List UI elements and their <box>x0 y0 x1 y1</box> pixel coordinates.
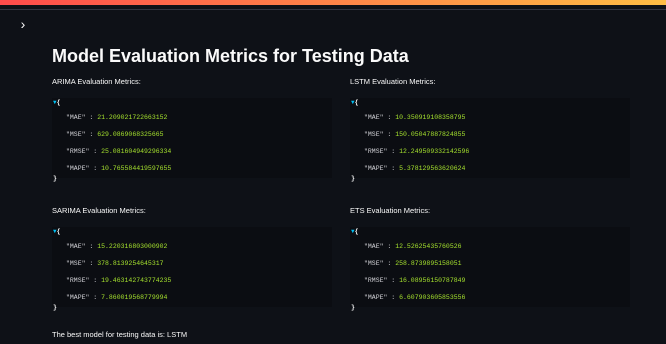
json-value: 19.463142743774235 <box>101 277 172 284</box>
json-open-brace: { <box>56 99 61 106</box>
json-entry: "RMSE" : 19.463142743774235 <box>66 277 172 284</box>
json-key: "RMSE" <box>66 277 90 284</box>
header-decoration-bar <box>0 0 666 5</box>
json-value: 12.52625435760526 <box>395 243 462 250</box>
json-value: 150.05047887824855 <box>395 131 466 138</box>
json-key: "RMSE" <box>66 148 90 155</box>
sarima-metrics-panel: SARIMA Evaluation Metrics: ▼{ "MAE" : 15… <box>52 205 332 311</box>
json-key: "RMSE" <box>364 277 388 284</box>
json-key: "MAE" <box>364 114 384 121</box>
ets-json-viewer: ▼{ "MAE" : 12.52625435760526 "MSE" : 258… <box>350 227 630 311</box>
json-value: 7.860019568779994 <box>101 294 168 301</box>
ets-metrics-panel: ETS Evaluation Metrics: ▼{ "MAE" : 12.52… <box>350 205 630 311</box>
json-entry: "MAE" : 15.220316803000902 <box>66 243 168 250</box>
json-key: "RMSE" <box>364 148 388 155</box>
lstm-json-viewer: ▼{ "MAE" : 10.350919108358795 "MSE" : 15… <box>350 98 630 182</box>
json-value: 378.8139254645317 <box>97 260 164 267</box>
json-entry: "MSE" : 378.8139254645317 <box>66 260 164 267</box>
json-open-brace: { <box>354 228 359 235</box>
sarima-json-viewer: ▼{ "MAE" : 15.220316803000902 "MSE" : 37… <box>52 227 332 311</box>
json-value: 5.378129563620624 <box>399 165 466 172</box>
json-close-line: } <box>351 303 355 313</box>
json-key: "MAE" <box>364 243 384 250</box>
ets-metrics-label: ETS Evaluation Metrics: <box>350 206 431 215</box>
json-key: "MSE" <box>364 131 384 138</box>
page-title: Model Evaluation Metrics for Testing Dat… <box>52 46 409 66</box>
json-entry: "MAPE" : 10.765584419597655 <box>66 165 172 172</box>
arima-metrics-label: ARIMA Evaluation Metrics: <box>52 77 141 86</box>
json-key: "MAPE" <box>364 294 388 301</box>
json-entry: "MAPE" : 5.378129563620624 <box>364 165 466 172</box>
json-key: "MSE" <box>364 260 384 267</box>
lstm-metrics-panel: LSTM Evaluation Metrics: ▼{ "MAE" : 10.3… <box>350 76 630 182</box>
json-key: "MSE" <box>66 260 86 267</box>
arima-metrics-panel: ARIMA Evaluation Metrics: ▼{ "MAE" : 21.… <box>52 76 332 182</box>
json-entry: "MSE" : 258.8739895158051 <box>364 260 462 267</box>
json-entry: "RMSE" : 16.08956150787849 <box>364 277 466 284</box>
arima-json-viewer: ▼{ "MAE" : 21.209021722663152 "MSE" : 62… <box>52 98 332 182</box>
json-close-brace: } <box>53 175 57 182</box>
json-close-brace: } <box>351 304 355 311</box>
json-close-line: } <box>53 303 57 313</box>
json-value: 10.350919108358795 <box>395 114 466 121</box>
json-key: "MAPE" <box>364 165 388 172</box>
json-entry: "MSE" : 629.0869068325665 <box>66 131 164 138</box>
json-key: "MAE" <box>66 243 86 250</box>
json-entry: "MAE" : 21.209021722663152 <box>66 114 168 121</box>
json-entry: "MSE" : 150.05047887824855 <box>364 131 466 138</box>
json-key: "MSE" <box>66 131 86 138</box>
sarima-metrics-label: SARIMA Evaluation Metrics: <box>52 206 146 215</box>
json-key: "MAPE" <box>66 294 90 301</box>
json-close-brace: } <box>53 304 57 311</box>
chevron-right-icon[interactable]: › <box>16 16 30 32</box>
json-entry: "MAPE" : 7.860019568779994 <box>66 294 168 301</box>
best-model-text: The best model for testing data is: LSTM <box>52 330 188 339</box>
json-value: 25.081604949296334 <box>101 148 172 155</box>
json-value: 15.220316803000902 <box>97 243 168 250</box>
json-open-brace: { <box>354 99 359 106</box>
lstm-metrics-label: LSTM Evaluation Metrics: <box>350 77 436 86</box>
json-open-line: ▼{ <box>53 98 61 108</box>
json-entry: "RMSE" : 12.249509332142596 <box>364 148 470 155</box>
json-key: "MAE" <box>66 114 86 121</box>
json-key: "MAPE" <box>66 165 90 172</box>
json-entry: "RMSE" : 25.081604949296334 <box>66 148 172 155</box>
json-value: 12.249509332142596 <box>399 148 470 155</box>
json-value: 258.8739895158051 <box>395 260 462 267</box>
json-close-line: } <box>53 174 57 184</box>
json-close-line: } <box>351 174 355 184</box>
json-entry: "MAPE" : 6.607903605853556 <box>364 294 466 301</box>
json-open-line: ▼{ <box>351 98 359 108</box>
json-entry: "MAE" : 12.52625435760526 <box>364 243 462 250</box>
json-entry: "MAE" : 10.350919108358795 <box>364 114 466 121</box>
json-value: 16.08956150787849 <box>399 277 466 284</box>
json-close-brace: } <box>351 175 355 182</box>
json-value: 21.209021722663152 <box>97 114 168 121</box>
json-value: 629.0869068325665 <box>97 131 164 138</box>
json-open-brace: { <box>56 228 61 235</box>
json-open-line: ▼{ <box>53 227 61 237</box>
json-open-line: ▼{ <box>351 227 359 237</box>
json-value: 6.607903605853556 <box>399 294 466 301</box>
header-divider <box>0 9 666 10</box>
json-value: 10.765584419597655 <box>101 165 172 172</box>
